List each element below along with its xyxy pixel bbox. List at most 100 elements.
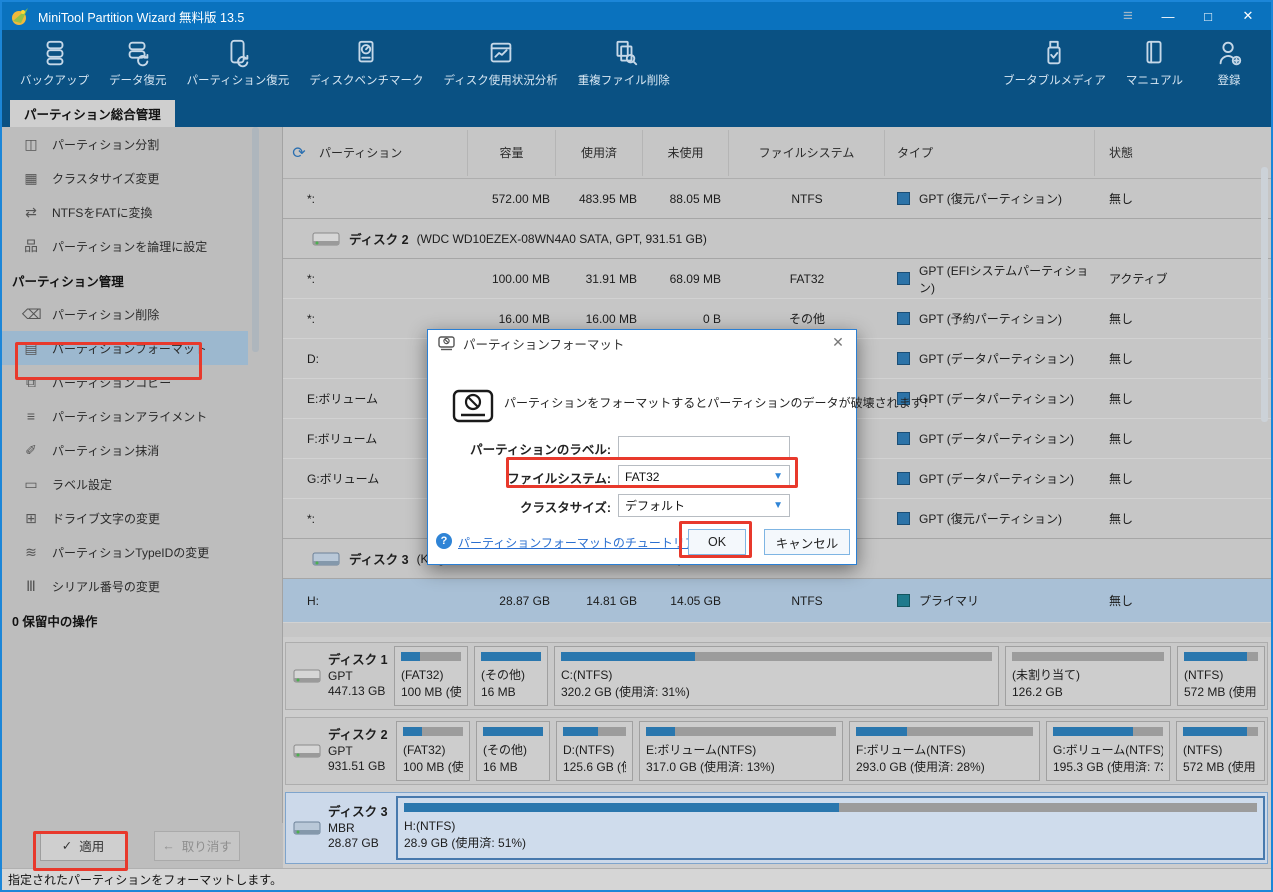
- ok-button[interactable]: OK: [688, 529, 746, 555]
- table-row-selected[interactable]: H: 28.87 GB 14.81 GB 14.05 GB NTFS プライマリ…: [283, 579, 1271, 623]
- help-icon: ?: [436, 533, 452, 549]
- menu-icon[interactable]: ≡: [1111, 4, 1145, 28]
- drive-letter-icon: ⊞: [22, 510, 40, 527]
- col-filesystem: ファイルシステム: [729, 130, 885, 176]
- trash-icon: ⌫: [22, 306, 40, 323]
- check-icon: ✓: [62, 838, 72, 853]
- file-system-select[interactable]: FAT32 ▼: [618, 465, 790, 488]
- toolbar-duplicate-file-button[interactable]: 重複ファイル削除: [568, 34, 680, 90]
- disk2-block-f[interactable]: F:ボリューム(NTFS)293.0 GB (使用済: 28%): [849, 721, 1040, 781]
- disk-separator-row[interactable]: ディスク 2 (WDC WD10EZEX-08WN4A0 SATA, GPT, …: [283, 218, 1271, 259]
- format-partition-dialog: パーティションフォーマット ✕ パーティションをフォーマットするとパーティション…: [427, 329, 857, 565]
- disk1-block-fat32[interactable]: (FAT32)100 MB (使用: [394, 646, 468, 706]
- disk2-map-row: ディスク 2GPT931.51 GB (FAT32)100 MB (使用 (その…: [285, 717, 1268, 785]
- format-warning-icon: [450, 384, 496, 429]
- sidebar-item-delete-partition[interactable]: ⌫ パーティション削除: [2, 297, 282, 331]
- format-warning-text: パーティションをフォーマットするとパーティションのデータが破壊されます！: [504, 394, 854, 411]
- sidebar-item-wipe-partition[interactable]: ✐ パーティション抹消: [2, 433, 282, 467]
- toolbar-backup-button[interactable]: バックアップ: [10, 34, 99, 90]
- cluster-size-icon: ▦: [22, 170, 40, 187]
- dialog-title-bar[interactable]: パーティションフォーマット: [428, 330, 856, 356]
- sidebar-item-change-typeid[interactable]: ≋ パーティションTypeIDの変更: [2, 535, 282, 569]
- col-unused: 未使用: [643, 130, 729, 176]
- sidebar-item-change-serial[interactable]: Ⅲ シリアル番号の変更: [2, 569, 282, 603]
- col-used: 使用済: [556, 130, 643, 176]
- cluster-size-select[interactable]: デフォルト ▼: [618, 494, 790, 517]
- dialog-close-icon[interactable]: ✕: [828, 334, 848, 352]
- tutorial-link[interactable]: パーティションフォーマットのチュートリアル: [458, 534, 709, 551]
- app-logo-icon: [10, 6, 30, 26]
- toolbar-data-recovery-button[interactable]: データ復元: [99, 34, 177, 90]
- gpt-type-icon: [897, 432, 910, 445]
- maximize-icon[interactable]: □: [1191, 4, 1225, 28]
- disk1-block-ntfs[interactable]: (NTFS)572 MB (使用: [1177, 646, 1265, 706]
- disk2-block-ntfs[interactable]: (NTFS)572 MB (使用: [1176, 721, 1265, 781]
- status-text: 指定されたパーティションをフォーマットします。: [8, 871, 282, 888]
- minimize-icon[interactable]: —: [1151, 4, 1185, 28]
- gpt-type-icon: [897, 472, 910, 485]
- cancel-button[interactable]: キャンセル: [764, 529, 850, 555]
- disk3-block-h-selected[interactable]: H:(NTFS)28.9 GB (使用済: 51%): [396, 796, 1265, 860]
- disk-benchmark-icon: [351, 36, 381, 70]
- disk2-block-e[interactable]: E:ボリューム(NTFS)317.0 GB (使用済: 13%): [639, 721, 843, 781]
- sidebar-item-align-partition[interactable]: ≡ パーティションアライメント: [2, 399, 282, 433]
- table-header: ⟳パーティション 容量 使用済 未使用 ファイルシステム タイプ 状態: [283, 127, 1271, 179]
- format-drive-icon: ▤: [22, 340, 40, 357]
- label-icon: ▭: [22, 476, 40, 493]
- toolbar-register-button[interactable]: 登録: [1193, 34, 1265, 90]
- toolbar-bootable-media-button[interactable]: ブータブルメディア: [993, 34, 1116, 90]
- toolbar-disk-usage-button[interactable]: ディスク使用状況分析: [434, 34, 568, 90]
- gpt-type-icon: [897, 512, 910, 525]
- wipe-icon: ✐: [22, 442, 40, 459]
- sidebar-item-format-partition[interactable]: ▤ パーティションフォーマット: [2, 331, 248, 365]
- dialog-title: パーティションフォーマット: [463, 334, 624, 353]
- disk2-block-d[interactable]: D:(NTFS)125.6 GB (使用: [556, 721, 633, 781]
- sidebar-item-change-drive-letter[interactable]: ⊞ ドライブ文字の変更: [2, 501, 282, 535]
- sidebar-item-set-label[interactable]: ▭ ラベル設定: [2, 467, 282, 501]
- sidebar-item-set-logical[interactable]: 品 パーティションを論理に設定: [2, 229, 282, 263]
- sidebar-scrollbar[interactable]: [252, 127, 259, 352]
- sidebar: ◫ パーティション分割 ▦ クラスタサイズ変更 ⇄ NTFSをFATに変換 品 …: [2, 127, 283, 868]
- sidebar-item-split-partition[interactable]: ◫ パーティション分割: [2, 127, 282, 161]
- tab-partition-management[interactable]: パーティション総合管理: [10, 100, 175, 127]
- toolbar-manual-button[interactable]: マニュアル: [1116, 34, 1193, 90]
- undo-button[interactable]: ← 取り消す: [154, 831, 240, 861]
- gpt-type-icon: [897, 352, 910, 365]
- toolbar-partition-recovery-button[interactable]: パーティション復元: [177, 34, 300, 90]
- apply-button[interactable]: ✓ 適用: [40, 831, 126, 861]
- primary-type-icon: [897, 594, 910, 607]
- gpt-type-icon: [897, 272, 910, 285]
- disk1-block-unallocated[interactable]: (未割り当て)126.2 GB: [1005, 646, 1171, 706]
- disk3-map-row: ディスク 3MBR28.87 GB H:(NTFS)28.9 GB (使用済: …: [285, 792, 1268, 864]
- bootable-media-icon: [1039, 36, 1069, 70]
- disk2-block-other[interactable]: (その他)16 MB: [476, 721, 550, 781]
- col-capacity: 容量: [468, 130, 556, 176]
- table-row[interactable]: *: 100.00 MB 31.91 MB 68.09 MB FAT32 GPT…: [283, 259, 1271, 299]
- sidebar-item-copy-partition[interactable]: ⧉ パーティションコピー: [2, 365, 282, 399]
- partition-label-input[interactable]: [618, 436, 790, 459]
- manual-icon: [1139, 36, 1169, 70]
- refresh-icon[interactable]: ⟳: [289, 143, 309, 163]
- undo-arrow-icon: ←: [162, 839, 175, 853]
- table-scrollbar[interactable]: [1261, 167, 1268, 422]
- disk1-block-other[interactable]: (その他)16 MB: [474, 646, 548, 706]
- sidebar-item-change-cluster-size[interactable]: ▦ クラスタサイズ変更: [2, 161, 282, 195]
- disk3-label: ディスク 3MBR28.87 GB: [286, 793, 394, 863]
- sidebar-group-partition-management: パーティション管理: [2, 263, 282, 297]
- disk1-block-c[interactable]: C:(NTFS)320.2 GB (使用済: 31%): [554, 646, 999, 706]
- sidebar-item-convert-ntfs-fat[interactable]: ⇄ NTFSをFATに変換: [2, 195, 282, 229]
- copy-icon: ⧉: [22, 374, 40, 391]
- register-icon: [1214, 36, 1244, 70]
- toolbar-disk-benchmark-button[interactable]: ディスクベンチマーク: [299, 34, 433, 90]
- disk2-block-g[interactable]: G:ボリューム(NTFS)195.3 GB (使用済: 73%): [1046, 721, 1170, 781]
- disk2-block-fat32[interactable]: (FAT32)100 MB (使用: [396, 721, 470, 781]
- disk-map: ディスク 1GPT447.13 GB (FAT32)100 MB (使用 (その…: [283, 637, 1271, 868]
- convert-icon: ⇄: [22, 204, 40, 221]
- table-row[interactable]: *: 572.00 MB 483.95 MB 88.05 MB NTFS GPT…: [283, 179, 1271, 219]
- usb-disk-icon: [311, 548, 341, 570]
- dialog-drive-icon: [438, 336, 455, 351]
- serial-icon: Ⅲ: [22, 578, 40, 595]
- col-type: タイプ: [885, 130, 1095, 176]
- tab-bar: パーティション総合管理: [2, 97, 1271, 127]
- close-icon[interactable]: ✕: [1231, 4, 1265, 28]
